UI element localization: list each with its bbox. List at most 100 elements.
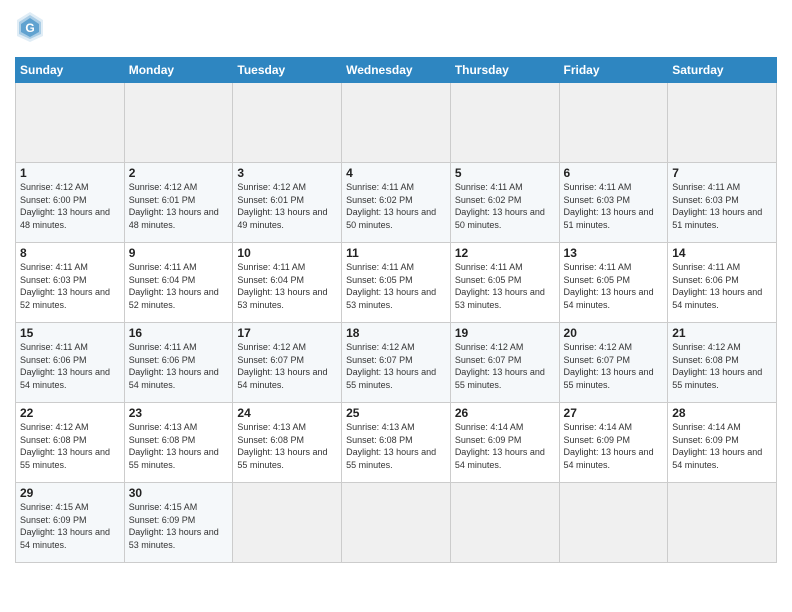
day-number: 21 — [672, 326, 772, 340]
calendar-cell: 21Sunrise: 4:12 AMSunset: 6:08 PMDayligh… — [668, 323, 777, 403]
calendar-cell: 22Sunrise: 4:12 AMSunset: 6:08 PMDayligh… — [16, 403, 125, 483]
day-number: 18 — [346, 326, 446, 340]
day-info: Sunrise: 4:11 AMSunset: 6:06 PMDaylight:… — [20, 341, 120, 391]
calendar-table: SundayMondayTuesdayWednesdayThursdayFrid… — [15, 57, 777, 563]
calendar-cell: 5Sunrise: 4:11 AMSunset: 6:02 PMDaylight… — [450, 163, 559, 243]
calendar-cell: 12Sunrise: 4:11 AMSunset: 6:05 PMDayligh… — [450, 243, 559, 323]
day-info: Sunrise: 4:12 AMSunset: 6:07 PMDaylight:… — [237, 341, 337, 391]
calendar-cell: 7Sunrise: 4:11 AMSunset: 6:03 PMDaylight… — [668, 163, 777, 243]
day-info: Sunrise: 4:12 AMSunset: 6:00 PMDaylight:… — [20, 181, 120, 231]
calendar-cell: 26Sunrise: 4:14 AMSunset: 6:09 PMDayligh… — [450, 403, 559, 483]
calendar-cell — [342, 483, 451, 563]
day-info: Sunrise: 4:11 AMSunset: 6:03 PMDaylight:… — [672, 181, 772, 231]
svg-text:G: G — [25, 21, 34, 35]
calendar-cell: 30Sunrise: 4:15 AMSunset: 6:09 PMDayligh… — [124, 483, 233, 563]
calendar-header-row: SundayMondayTuesdayWednesdayThursdayFrid… — [16, 58, 777, 83]
calendar-week-row: 29Sunrise: 4:15 AMSunset: 6:09 PMDayligh… — [16, 483, 777, 563]
calendar-cell: 8Sunrise: 4:11 AMSunset: 6:03 PMDaylight… — [16, 243, 125, 323]
calendar-cell: 14Sunrise: 4:11 AMSunset: 6:06 PMDayligh… — [668, 243, 777, 323]
day-number: 20 — [564, 326, 664, 340]
day-info: Sunrise: 4:11 AMSunset: 6:03 PMDaylight:… — [20, 261, 120, 311]
calendar-cell — [124, 83, 233, 163]
day-number: 29 — [20, 486, 120, 500]
day-info: Sunrise: 4:12 AMSunset: 6:01 PMDaylight:… — [129, 181, 229, 231]
calendar-week-row: 1Sunrise: 4:12 AMSunset: 6:00 PMDaylight… — [16, 163, 777, 243]
calendar-cell: 18Sunrise: 4:12 AMSunset: 6:07 PMDayligh… — [342, 323, 451, 403]
day-info: Sunrise: 4:11 AMSunset: 6:06 PMDaylight:… — [672, 261, 772, 311]
day-info: Sunrise: 4:12 AMSunset: 6:08 PMDaylight:… — [20, 421, 120, 471]
calendar-cell: 3Sunrise: 4:12 AMSunset: 6:01 PMDaylight… — [233, 163, 342, 243]
calendar-cell: 27Sunrise: 4:14 AMSunset: 6:09 PMDayligh… — [559, 403, 668, 483]
day-info: Sunrise: 4:11 AMSunset: 6:02 PMDaylight:… — [346, 181, 446, 231]
day-number: 30 — [129, 486, 229, 500]
calendar-cell: 4Sunrise: 4:11 AMSunset: 6:02 PMDaylight… — [342, 163, 451, 243]
calendar-cell: 13Sunrise: 4:11 AMSunset: 6:05 PMDayligh… — [559, 243, 668, 323]
day-info: Sunrise: 4:11 AMSunset: 6:05 PMDaylight:… — [346, 261, 446, 311]
day-info: Sunrise: 4:12 AMSunset: 6:01 PMDaylight:… — [237, 181, 337, 231]
day-info: Sunrise: 4:11 AMSunset: 6:06 PMDaylight:… — [129, 341, 229, 391]
day-number: 26 — [455, 406, 555, 420]
day-info: Sunrise: 4:13 AMSunset: 6:08 PMDaylight:… — [237, 421, 337, 471]
day-info: Sunrise: 4:13 AMSunset: 6:08 PMDaylight:… — [346, 421, 446, 471]
day-number: 22 — [20, 406, 120, 420]
day-info: Sunrise: 4:11 AMSunset: 6:05 PMDaylight:… — [455, 261, 555, 311]
day-info: Sunrise: 4:11 AMSunset: 6:04 PMDaylight:… — [129, 261, 229, 311]
calendar-cell — [559, 83, 668, 163]
header: G — [15, 10, 777, 49]
calendar-cell: 25Sunrise: 4:13 AMSunset: 6:08 PMDayligh… — [342, 403, 451, 483]
calendar-cell: 2Sunrise: 4:12 AMSunset: 6:01 PMDaylight… — [124, 163, 233, 243]
day-info: Sunrise: 4:14 AMSunset: 6:09 PMDaylight:… — [564, 421, 664, 471]
calendar-cell: 9Sunrise: 4:11 AMSunset: 6:04 PMDaylight… — [124, 243, 233, 323]
day-number: 1 — [20, 166, 120, 180]
page: G SundayMondayTuesdayWednesdayThursdayFr… — [0, 0, 792, 612]
calendar-cell — [668, 483, 777, 563]
day-info: Sunrise: 4:12 AMSunset: 6:07 PMDaylight:… — [455, 341, 555, 391]
day-info: Sunrise: 4:15 AMSunset: 6:09 PMDaylight:… — [129, 501, 229, 551]
calendar-cell — [233, 483, 342, 563]
day-number: 6 — [564, 166, 664, 180]
day-number: 8 — [20, 246, 120, 260]
day-number: 25 — [346, 406, 446, 420]
calendar-cell: 16Sunrise: 4:11 AMSunset: 6:06 PMDayligh… — [124, 323, 233, 403]
day-number: 12 — [455, 246, 555, 260]
col-header-wednesday: Wednesday — [342, 58, 451, 83]
calendar-week-row: 15Sunrise: 4:11 AMSunset: 6:06 PMDayligh… — [16, 323, 777, 403]
day-number: 23 — [129, 406, 229, 420]
day-info: Sunrise: 4:12 AMSunset: 6:07 PMDaylight:… — [346, 341, 446, 391]
day-number: 4 — [346, 166, 446, 180]
calendar-cell — [233, 83, 342, 163]
calendar-cell: 29Sunrise: 4:15 AMSunset: 6:09 PMDayligh… — [16, 483, 125, 563]
day-number: 3 — [237, 166, 337, 180]
day-info: Sunrise: 4:13 AMSunset: 6:08 PMDaylight:… — [129, 421, 229, 471]
day-number: 11 — [346, 246, 446, 260]
col-header-monday: Monday — [124, 58, 233, 83]
day-info: Sunrise: 4:14 AMSunset: 6:09 PMDaylight:… — [672, 421, 772, 471]
calendar-cell: 11Sunrise: 4:11 AMSunset: 6:05 PMDayligh… — [342, 243, 451, 323]
calendar-cell: 17Sunrise: 4:12 AMSunset: 6:07 PMDayligh… — [233, 323, 342, 403]
day-number: 16 — [129, 326, 229, 340]
calendar-week-row: 22Sunrise: 4:12 AMSunset: 6:08 PMDayligh… — [16, 403, 777, 483]
day-number: 13 — [564, 246, 664, 260]
day-number: 7 — [672, 166, 772, 180]
day-number: 5 — [455, 166, 555, 180]
day-number: 15 — [20, 326, 120, 340]
logo: G — [15, 10, 49, 49]
day-number: 19 — [455, 326, 555, 340]
day-number: 17 — [237, 326, 337, 340]
day-info: Sunrise: 4:14 AMSunset: 6:09 PMDaylight:… — [455, 421, 555, 471]
calendar-cell — [450, 83, 559, 163]
calendar-cell: 6Sunrise: 4:11 AMSunset: 6:03 PMDaylight… — [559, 163, 668, 243]
col-header-friday: Friday — [559, 58, 668, 83]
day-info: Sunrise: 4:12 AMSunset: 6:08 PMDaylight:… — [672, 341, 772, 391]
calendar-cell: 20Sunrise: 4:12 AMSunset: 6:07 PMDayligh… — [559, 323, 668, 403]
col-header-thursday: Thursday — [450, 58, 559, 83]
calendar-cell: 15Sunrise: 4:11 AMSunset: 6:06 PMDayligh… — [16, 323, 125, 403]
col-header-saturday: Saturday — [668, 58, 777, 83]
day-info: Sunrise: 4:11 AMSunset: 6:04 PMDaylight:… — [237, 261, 337, 311]
col-header-sunday: Sunday — [16, 58, 125, 83]
col-header-tuesday: Tuesday — [233, 58, 342, 83]
calendar-cell: 28Sunrise: 4:14 AMSunset: 6:09 PMDayligh… — [668, 403, 777, 483]
calendar-cell — [16, 83, 125, 163]
calendar-cell: 10Sunrise: 4:11 AMSunset: 6:04 PMDayligh… — [233, 243, 342, 323]
day-info: Sunrise: 4:15 AMSunset: 6:09 PMDaylight:… — [20, 501, 120, 551]
